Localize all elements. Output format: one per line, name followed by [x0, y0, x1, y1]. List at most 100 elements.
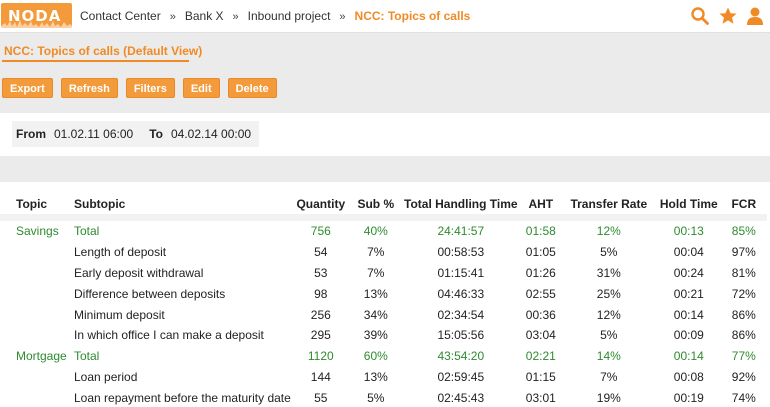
table-cell: 02:21	[525, 349, 556, 364]
table-cell: 7%	[600, 369, 618, 384]
header-separator	[0, 214, 767, 221]
table-cell: 12%	[596, 307, 621, 322]
column-header[interactable]: Hold Time	[657, 194, 721, 214]
refresh-button[interactable]: Refresh	[60, 78, 118, 98]
table-cell: 81%	[731, 265, 756, 280]
table-cell: Total	[74, 224, 100, 239]
export-button[interactable]: Export	[2, 78, 53, 98]
table-cell: 92%	[731, 369, 756, 384]
table-cell: 25%	[596, 286, 621, 301]
table-cell: 12%	[596, 224, 621, 239]
column-header[interactable]: Subtopic	[74, 194, 291, 214]
table-cell	[0, 304, 74, 325]
page-title: NCC: Topics of calls (Default View)	[4, 44, 203, 58]
table-cell: 04:46:33	[437, 286, 485, 301]
table-cell: 34%	[363, 307, 388, 322]
table-cell: 5%	[600, 328, 618, 343]
delete-button[interactable]: Delete	[227, 78, 277, 98]
table-row[interactable]: Savings Total 756 40% 24:41:57 01:58 12% 00:13 8…	[0, 221, 767, 242]
table-cell: 01:58	[525, 224, 556, 239]
table-cell: 02:34:54	[437, 307, 485, 322]
column-header[interactable]: Total Handling Time	[401, 194, 521, 214]
toolbar: Export Refresh Filters Edit Delete	[2, 78, 277, 98]
column-header[interactable]: FCR	[721, 194, 767, 214]
edit-button[interactable]: Edit	[182, 78, 220, 98]
report-panel: Topic Subtopic Quantity Sub % Total Handling…	[0, 182, 770, 407]
column-header[interactable]: Sub %	[351, 194, 401, 214]
top-icons	[690, 6, 764, 26]
table-cell: 02:45:43	[437, 390, 485, 405]
table-row[interactable]: Length of deposit 54 7% 00:58:53 01:05 5% 00:0…	[0, 242, 767, 263]
table-cell: 15:05:56	[437, 328, 485, 343]
table-cell: 85%	[731, 224, 756, 239]
table-cell: 24:41:57	[437, 224, 485, 239]
from-label: From	[16, 127, 46, 141]
table-cell	[0, 263, 74, 284]
table-cell: 02:55	[525, 286, 556, 301]
breadcrumb-separator: »	[232, 11, 239, 23]
table-cell: 54	[314, 245, 328, 260]
logo-wave-icon	[1, 20, 72, 28]
table-cell: Difference between deposits	[74, 286, 226, 301]
table-cell: 7%	[367, 265, 385, 280]
table-cell: 55	[314, 390, 328, 405]
to-value: 04.02.14 00:00	[170, 127, 252, 141]
table-cell: 39%	[363, 328, 388, 343]
table-cell	[0, 325, 74, 346]
column-header[interactable]: AHT	[521, 194, 561, 214]
table-cell: 00:24	[673, 265, 704, 280]
table-cell: 86%	[731, 307, 756, 322]
table-cell: 60%	[363, 349, 388, 364]
breadcrumb-separator: »	[339, 11, 346, 23]
column-header[interactable]: Transfer Rate	[561, 194, 657, 214]
breadcrumb-contact-center[interactable]: Contact Center	[80, 9, 161, 23]
table-cell: 00:19	[673, 390, 704, 405]
filters-button[interactable]: Filters	[125, 78, 175, 98]
noda-logo[interactable]: NODA	[1, 3, 72, 28]
period-panel: From 01.02.11 06:00 To 04.02.14 00:00	[0, 113, 770, 156]
table-cell: 86%	[731, 328, 756, 343]
table-cell: 13%	[363, 369, 388, 384]
user-icon[interactable]	[746, 6, 764, 26]
star-icon[interactable]	[718, 6, 738, 26]
table-cell: 14%	[596, 349, 621, 364]
table-cell: In which office I can make a deposit	[74, 328, 264, 343]
table-row[interactable]: Difference between deposits 98 13% 04:46:33…	[0, 283, 767, 304]
breadcrumb: Contact Center » Bank X » Inbound project » NC…	[80, 9, 470, 23]
table-cell: 40%	[363, 224, 388, 239]
table-row[interactable]: Loan repayment before the maturity date 5…	[0, 387, 767, 407]
table-cell: 144	[310, 369, 331, 384]
table-row[interactable]: Mortgage Total 1120 60% 43:54:20 02:21 14% 00:1…	[0, 346, 767, 367]
breadcrumb-bank-x[interactable]: Bank X	[185, 9, 224, 23]
table-cell: 19%	[596, 390, 621, 405]
table-cell: 97%	[731, 245, 756, 260]
table-cell: Loan period	[74, 369, 138, 384]
breadcrumb-inbound-project[interactable]: Inbound project	[248, 9, 331, 23]
table-cell: 01:15:41	[437, 265, 485, 280]
table-cell: 5%	[367, 390, 385, 405]
table-cell: 1120	[307, 349, 334, 364]
table-cell: 01:26	[525, 265, 556, 280]
table-cell: 77%	[731, 349, 756, 364]
column-header[interactable]: Quantity	[291, 194, 351, 214]
table-cell: 00:58:53	[437, 245, 485, 260]
table-row[interactable]: Minimum deposit 256 34% 02:34:54 00:36 12% 00:…	[0, 304, 767, 325]
table-cell: Minimum deposit	[74, 307, 165, 322]
search-icon[interactable]	[690, 6, 710, 26]
table-cell: 03:01	[525, 390, 556, 405]
table-row[interactable]: In which office I can make a deposit 295 3…	[0, 325, 767, 346]
table-cell: 00:21	[673, 286, 704, 301]
page-title-underline	[2, 60, 189, 62]
table-cell	[0, 387, 74, 407]
table-cell: 43:54:20	[437, 349, 485, 364]
table-cell: 00:13	[673, 224, 704, 239]
table-row[interactable]: Loan period 144 13% 02:59:45 01:15 7% 00:08 92%	[0, 367, 767, 388]
table-cell: 756	[310, 224, 331, 239]
breadcrumb-current: NCC: Topics of calls	[354, 9, 471, 23]
period-filter[interactable]: From 01.02.11 06:00 To 04.02.14 00:00	[12, 121, 260, 147]
from-value: 01.02.11 06:00	[54, 127, 134, 141]
table-cell: Length of deposit	[74, 245, 167, 260]
column-header[interactable]: Topic	[0, 194, 74, 214]
table-row[interactable]: Early deposit withdrawal 53 7% 01:15:41 01:2…	[0, 263, 767, 284]
table-header-row: Topic Subtopic Quantity Sub % Total Handling…	[0, 194, 767, 214]
